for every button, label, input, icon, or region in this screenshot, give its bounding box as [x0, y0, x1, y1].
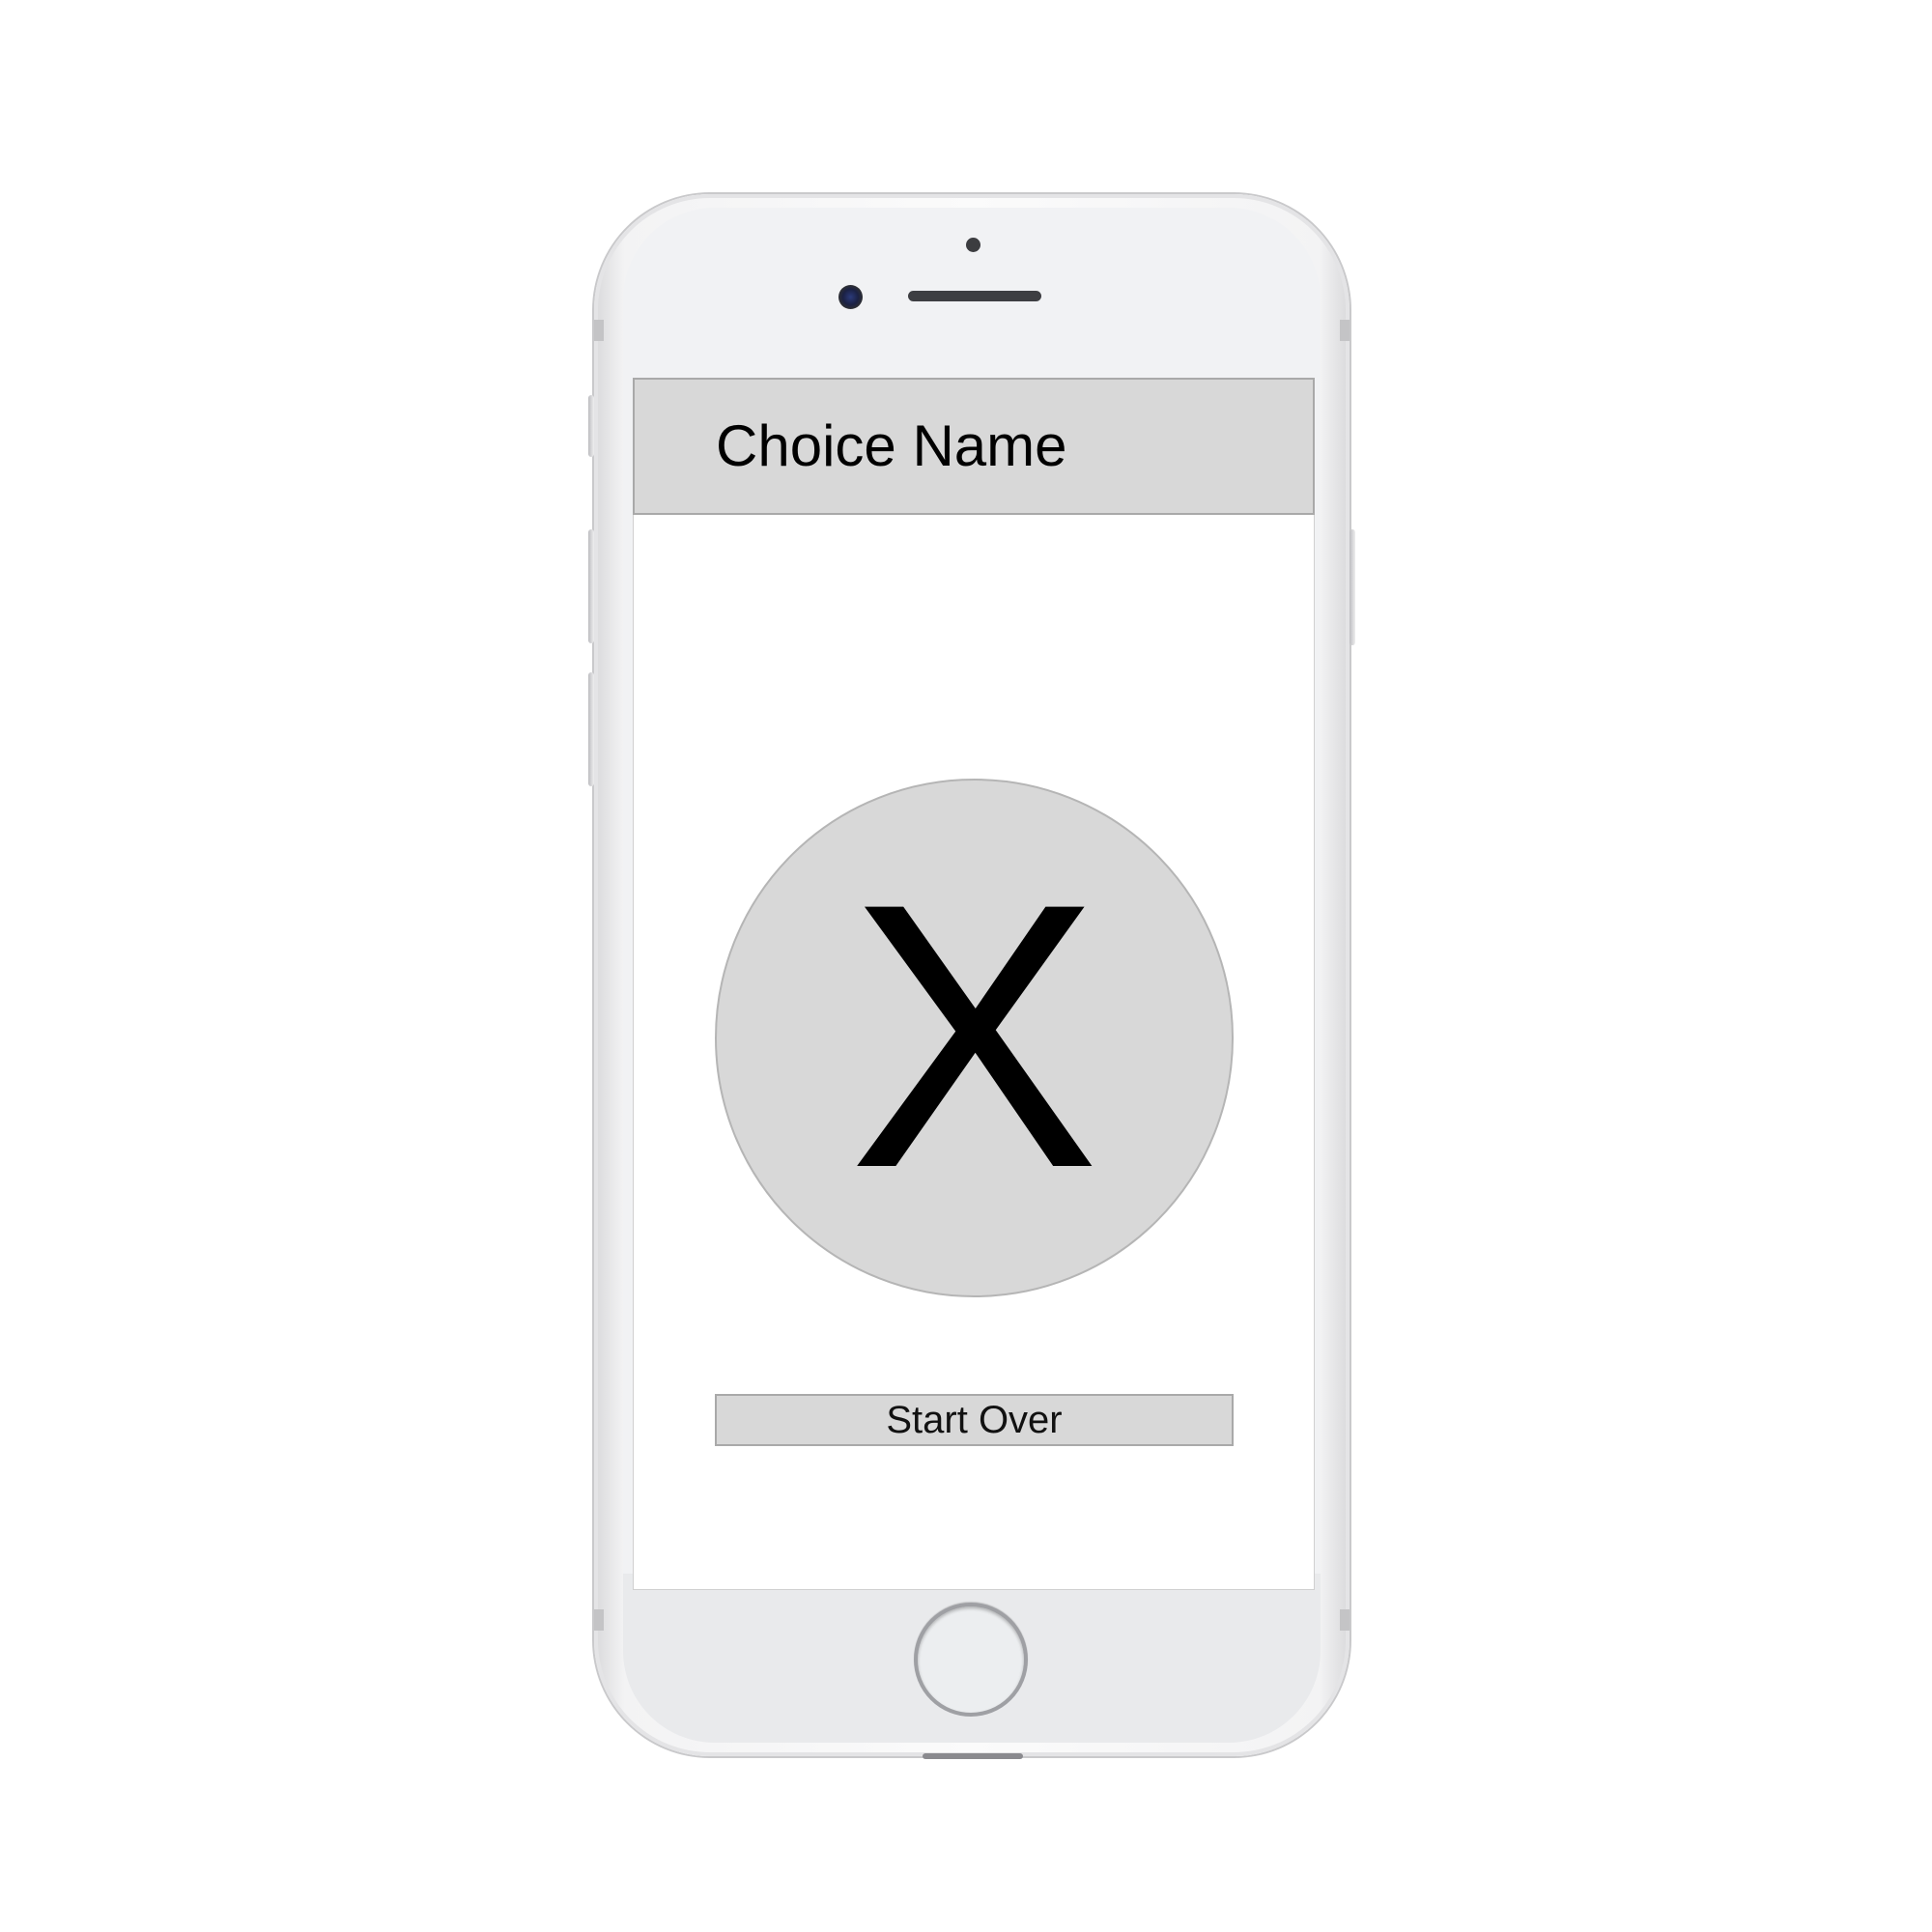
antenna-band	[594, 1609, 604, 1631]
earpiece-speaker	[908, 291, 1041, 301]
charging-port	[923, 1753, 1023, 1759]
app-screen: Choice Name X Start Over	[633, 378, 1315, 1590]
power-button	[1350, 529, 1355, 645]
proximity-sensor	[966, 238, 980, 252]
front-camera-icon	[838, 285, 863, 309]
volume-up-button	[588, 529, 594, 643]
start-over-button[interactable]: Start Over	[715, 1394, 1234, 1446]
antenna-band	[1340, 1609, 1350, 1631]
header-bar: Choice Name	[633, 378, 1315, 515]
phone-frame: Choice Name X Start Over	[588, 194, 1355, 1759]
mute-switch	[588, 395, 594, 457]
volume-down-button	[588, 672, 594, 786]
result-mark: X	[848, 824, 1100, 1246]
home-button[interactable]	[914, 1603, 1028, 1717]
antenna-band	[1340, 320, 1350, 341]
page-title: Choice Name	[716, 413, 1067, 478]
antenna-band	[594, 320, 604, 341]
result-circle: X	[715, 779, 1234, 1297]
